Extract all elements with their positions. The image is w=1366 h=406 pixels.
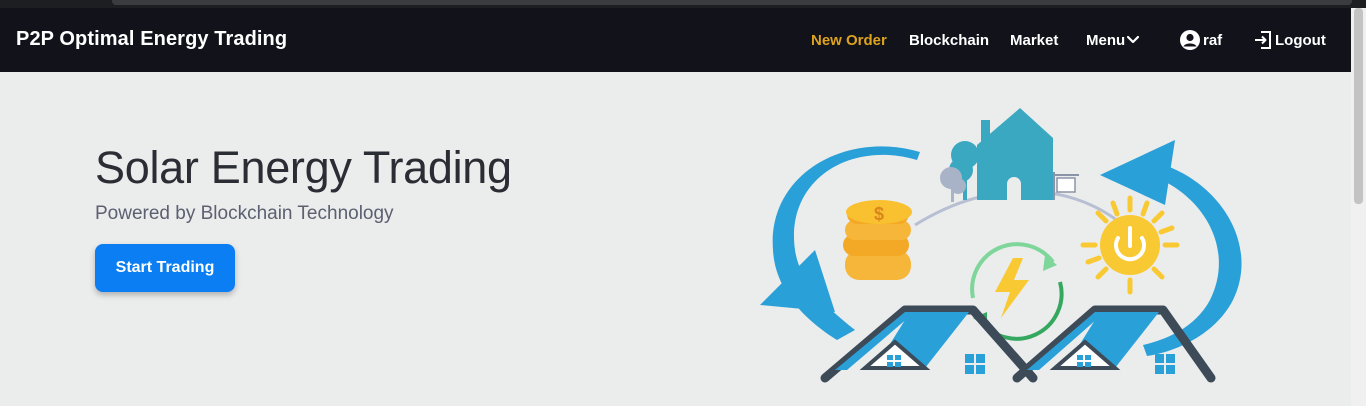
coins-stack-icon: $ xyxy=(843,200,912,280)
user-avatar-icon xyxy=(1180,30,1200,50)
solar-roof-left-icon xyxy=(820,305,1038,383)
nav-new-order[interactable]: New Order xyxy=(811,32,887,49)
top-navbar: P2P Optimal Energy Trading New Order Blo… xyxy=(0,8,1351,72)
logout-link[interactable]: Logout xyxy=(1253,30,1326,50)
tree-icon xyxy=(940,141,979,202)
user-name: raf xyxy=(1203,31,1223,49)
logout-icon xyxy=(1255,31,1271,49)
hero-title: Solar Energy Trading xyxy=(95,142,512,193)
nav-user[interactable]: raf xyxy=(1179,29,1222,51)
nav-market[interactable]: Market xyxy=(1010,32,1058,49)
page-scrollbar[interactable] xyxy=(1351,8,1366,406)
hero-subtitle: Powered by Blockchain Technology xyxy=(95,203,394,224)
solar-roof-right-icon xyxy=(1012,305,1216,383)
sun-power-icon xyxy=(1080,195,1180,295)
browser-tab-bar xyxy=(112,0,1352,5)
svg-text:$: $ xyxy=(874,204,884,224)
solar-trading-illustration: $ xyxy=(760,108,1242,383)
nav-menu-dropdown[interactable]: Menu xyxy=(1086,32,1140,49)
browser-chrome-strip xyxy=(0,0,1366,8)
nav-menu-label: Menu xyxy=(1086,32,1126,49)
brand-title[interactable]: P2P Optimal Energy Trading xyxy=(16,28,287,51)
logout-label: Logout xyxy=(1275,31,1326,49)
nav-blockchain[interactable]: Blockchain xyxy=(909,32,989,49)
start-trading-button[interactable]: Start Trading xyxy=(95,244,235,292)
chevron-down-icon xyxy=(1126,35,1140,44)
house-icon xyxy=(977,108,1079,200)
scrollbar-thumb[interactable] xyxy=(1354,8,1363,204)
